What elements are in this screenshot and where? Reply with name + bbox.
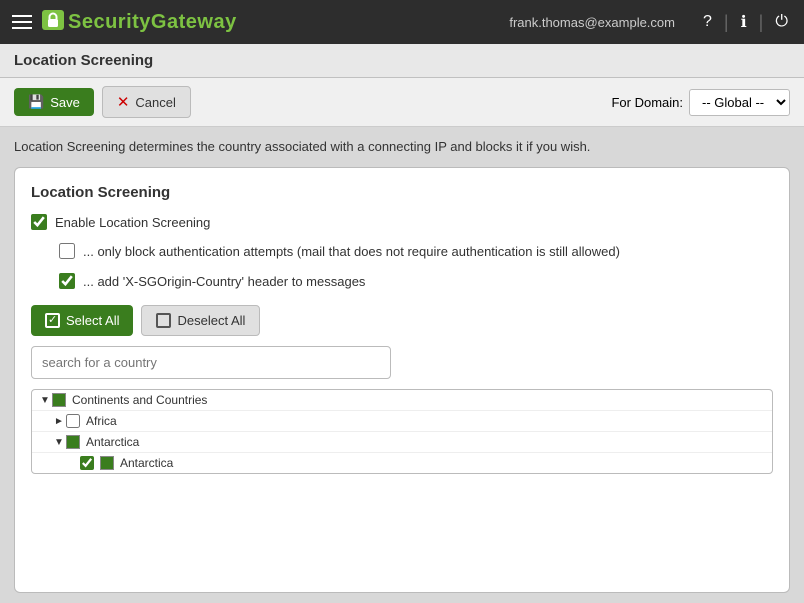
app-header: SecurityGateway frank.thomas@example.com… [0, 0, 804, 44]
card-title: Location Screening [31, 184, 773, 201]
tree-label: Antarctica [120, 456, 173, 470]
save-button[interactable]: 💾 Save [14, 88, 94, 116]
tree-toggle[interactable]: ▼ [38, 395, 52, 406]
page-title: Location Screening [14, 52, 153, 69]
for-domain-label: For Domain: [611, 95, 683, 110]
block-auth-label[interactable]: ... only block authentication attempts (… [83, 242, 620, 262]
for-domain-group: For Domain: -- Global -- [611, 89, 790, 116]
sub-options: ... only block authentication attempts (… [59, 242, 773, 291]
deselect-all-button[interactable]: Deselect All [141, 305, 260, 336]
tree-label: Continents and Countries [72, 393, 207, 407]
header-action-icons: ? | ℹ | ⏻ [699, 10, 792, 34]
toolbar: 💾 Save ✕ Cancel For Domain: -- Global -- [0, 78, 804, 127]
user-email: frank.thomas@example.com [509, 15, 675, 30]
tree-label: Africa [86, 414, 117, 428]
tree-toggle[interactable]: ▼ [52, 437, 66, 448]
select-buttons-group: Select All Deselect All [31, 305, 773, 336]
page-title-bar: Location Screening [0, 44, 804, 78]
add-header-label[interactable]: ... add 'X-SGOrigin-Country' header to m… [83, 272, 365, 292]
enable-location-checkbox[interactable] [31, 214, 47, 230]
tree-color-indicator [100, 456, 114, 470]
tree-row: ▼ Continents and Countries [32, 390, 772, 411]
content-area: Location Screening determines the countr… [0, 127, 804, 603]
description-text: Location Screening determines the countr… [14, 137, 790, 157]
antarctica-checkbox[interactable] [80, 456, 94, 470]
tree-color-indicator [52, 393, 66, 407]
enable-checkbox-row: Enable Location Screening [31, 213, 773, 233]
search-input[interactable] [31, 346, 391, 379]
info-icon[interactable]: ℹ [737, 10, 751, 34]
tree-color-indicator [66, 435, 80, 449]
logout-icon[interactable]: ⏻ [771, 11, 792, 33]
cancel-button[interactable]: ✕ Cancel [102, 86, 191, 118]
block-auth-checkbox[interactable] [59, 243, 75, 259]
tree-row: ▼ Antarctica [32, 432, 772, 453]
tree-toggle[interactable]: ► [52, 416, 66, 427]
domain-select[interactable]: -- Global -- [689, 89, 790, 116]
sub-option2-row: ... add 'X-SGOrigin-Country' header to m… [59, 272, 773, 292]
hamburger-menu[interactable] [12, 15, 32, 29]
tree-row: ► Africa [32, 411, 772, 432]
add-header-checkbox[interactable] [59, 273, 75, 289]
africa-checkbox[interactable] [66, 414, 80, 428]
country-tree: ▼ Continents and Countries ► Africa ▼ An… [31, 389, 773, 474]
save-icon: 💾 [28, 94, 44, 110]
separator2: | [759, 12, 764, 33]
select-all-icon [45, 313, 60, 328]
sub-option1-row: ... only block authentication attempts (… [59, 242, 773, 262]
tree-row: Antarctica [32, 453, 772, 473]
app-logo: SecurityGateway [42, 10, 237, 34]
help-icon[interactable]: ? [699, 11, 716, 33]
deselect-all-icon [156, 313, 171, 328]
select-all-button[interactable]: Select All [31, 305, 133, 336]
location-screening-card: Location Screening Enable Location Scree… [14, 167, 790, 594]
separator: | [724, 12, 729, 33]
tree-label: Antarctica [86, 435, 139, 449]
enable-location-label[interactable]: Enable Location Screening [55, 213, 210, 233]
cancel-icon: ✕ [117, 93, 130, 111]
